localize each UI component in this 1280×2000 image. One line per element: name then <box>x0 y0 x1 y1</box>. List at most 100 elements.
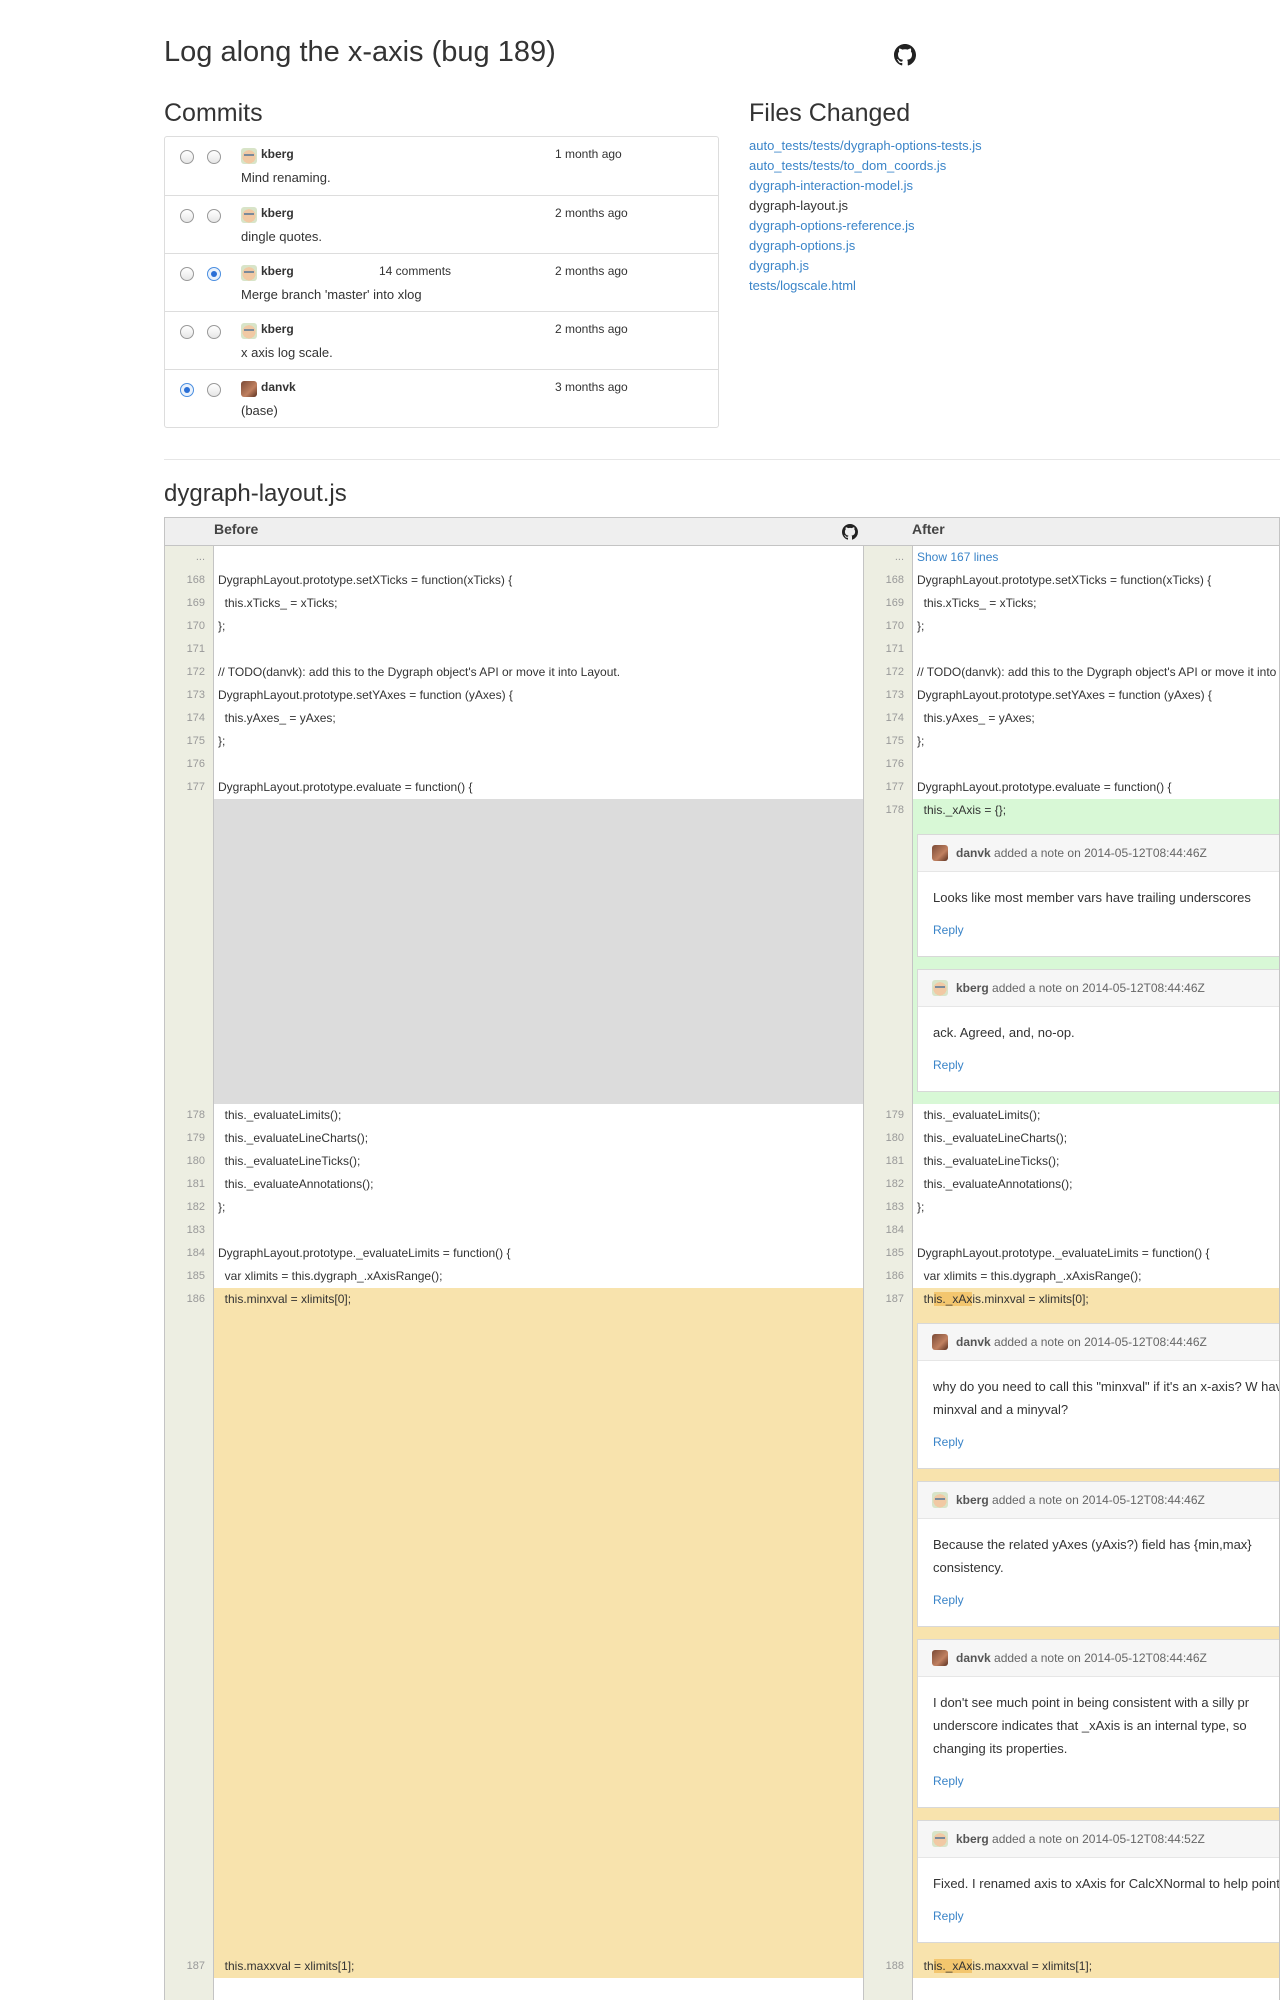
file-link[interactable]: auto_tests/tests/dygraph-options-tests.j… <box>749 136 982 156</box>
line-number: 177 <box>864 776 912 799</box>
reply-link[interactable]: Reply <box>933 1431 1279 1454</box>
code-change-highlight: is._xAx <box>933 1959 973 1973</box>
commit-time: 2 months ago <box>555 322 628 336</box>
github-icon[interactable] <box>894 44 916 66</box>
line-number-text: 175 <box>186 735 205 747</box>
commit-message: Merge branch 'master' into xlog <box>241 287 422 302</box>
line-number: 186 <box>165 1288 213 1311</box>
commit-author: kberg <box>261 264 294 278</box>
empty-block <box>214 799 863 1104</box>
files-changed-list: auto_tests/tests/dygraph-options-tests.j… <box>749 136 982 296</box>
line-number-text: 172 <box>186 666 205 678</box>
diff-header: Before After <box>165 518 1279 546</box>
line-number-text: 176 <box>885 758 904 770</box>
note-header: danvk added a note on 2014-05-12T08:44:4… <box>918 1640 1279 1677</box>
after-code: Show 167 lines DygraphLayout.prototype.se… <box>913 546 1279 2000</box>
line-number: 187 <box>165 1955 213 1978</box>
show-lines-link[interactable]: Show 167 lines <box>913 546 1279 569</box>
note-date: added a note on 2014-05-12T08:44:46Z <box>990 846 1207 860</box>
head-radio[interactable] <box>207 209 221 223</box>
note-header: kberg added a note on 2014-05-12T08:44:5… <box>918 1821 1279 1858</box>
avatar <box>241 148 257 164</box>
file-link[interactable]: dygraph.js <box>749 256 982 276</box>
line-number-text: 180 <box>186 1155 205 1167</box>
line-number-text: 181 <box>885 1155 904 1167</box>
note-date: added a note on 2014-05-12T08:44:46Z <box>988 1493 1205 1507</box>
reply-link[interactable]: Reply <box>933 1589 1279 1612</box>
reply-link[interactable]: Reply <box>933 1770 1279 1793</box>
head-radio[interactable] <box>207 383 221 397</box>
code-line: this._evaluateLineCharts(); <box>917 1131 1068 1145</box>
note: danvk added a note on 2014-05-12T08:44:4… <box>917 1323 1279 1469</box>
base-radio[interactable] <box>180 383 194 397</box>
note-byline: danvk added a note on 2014-05-12T08:44:4… <box>956 1640 1207 1677</box>
file-link[interactable]: dygraph-interaction-model.js <box>749 176 982 196</box>
note-body: why do you need to call this "minxval" i… <box>918 1361 1279 1454</box>
note-author: kberg <box>956 1832 989 1846</box>
note-header: danvk added a note on 2014-05-12T08:44:4… <box>918 1324 1279 1361</box>
code-line: this.minxval = xlimits[0]; <box>218 1292 352 1306</box>
reply-link[interactable]: Reply <box>933 1054 1279 1077</box>
avatar <box>932 845 948 861</box>
line-number-text: 171 <box>186 643 205 655</box>
line-number-text: 182 <box>186 1201 205 1213</box>
note-byline: danvk added a note on 2014-05-12T08:44:4… <box>956 835 1207 872</box>
avatar <box>932 1831 948 1847</box>
line-number-text: 179 <box>885 1109 904 1121</box>
code-line: DygraphLayout.prototype._evaluateLimits … <box>218 1246 511 1260</box>
note-date: added a note on 2014-05-12T08:44:46Z <box>988 981 1205 995</box>
file-link[interactable]: tests/logscale.html <box>749 276 982 296</box>
note-date: added a note on 2014-05-12T08:44:52Z <box>988 1832 1205 1846</box>
code-line: this.yAxes_ = yAxes; <box>917 711 1035 725</box>
reply-link[interactable]: Reply <box>933 919 1279 942</box>
code-line: DygraphLayout.prototype.setXTicks = func… <box>917 573 1212 587</box>
line-number-text: 173 <box>186 689 205 701</box>
code-line: }; <box>917 734 925 748</box>
line-number-text: 170 <box>885 620 904 632</box>
commit-comment-count[interactable]: 14 comments <box>379 264 451 278</box>
code-line: this._evaluateLimits(); <box>218 1108 342 1122</box>
code-line: this.xTicks_ = xTicks; <box>917 596 1037 610</box>
file-link[interactable]: dygraph-options-reference.js <box>749 216 982 236</box>
commit-message: (base) <box>241 403 278 418</box>
commit-row: kberg 2 months ago x axis log scale. <box>165 311 718 369</box>
code-line: var xlimits = this.dygraph_.xAxisRange()… <box>917 1269 1142 1283</box>
base-radio[interactable] <box>180 267 194 281</box>
head-radio[interactable] <box>207 325 221 339</box>
code-line: this.maxxval = xlimits[1]; <box>218 1959 355 1973</box>
line-number: 173 <box>864 684 912 707</box>
reply-link[interactable]: Reply <box>933 1905 1279 1928</box>
line-number: 183 <box>864 1196 912 1219</box>
before-code: DygraphLayout.prototype.setXTicks = func… <box>214 546 864 2000</box>
head-radio[interactable] <box>207 150 221 164</box>
file-link[interactable]: dygraph-options.js <box>749 236 982 256</box>
base-radio[interactable] <box>180 150 194 164</box>
line-number: 177 <box>165 776 213 799</box>
line-number-text: 185 <box>885 1247 904 1259</box>
line-number-text: 169 <box>186 597 205 609</box>
avatar <box>932 1492 948 1508</box>
note-date: added a note on 2014-05-12T08:44:46Z <box>990 1335 1207 1349</box>
line-number-text: 186 <box>186 1293 205 1305</box>
line-number: 182 <box>864 1173 912 1196</box>
line-number-text: ... <box>894 551 904 563</box>
base-radio[interactable] <box>180 325 194 339</box>
note-text: Because the related yAxes (yAxis?) field… <box>933 1537 1252 1575</box>
note-body: Fixed. I renamed axis to xAxis for CalcX… <box>918 1858 1279 1928</box>
line-number: 188 <box>864 1955 912 1978</box>
file-link[interactable]: auto_tests/tests/to_dom_coords.js <box>749 156 982 176</box>
code-text: th <box>917 1292 934 1306</box>
commit-message: Mind renaming. <box>241 170 331 185</box>
commit-author: kberg <box>261 147 294 161</box>
base-radio[interactable] <box>180 209 194 223</box>
commit-time: 3 months ago <box>555 380 628 394</box>
github-icon[interactable] <box>842 524 858 540</box>
head-radio[interactable] <box>207 267 221 281</box>
line-number: 176 <box>864 753 912 776</box>
note: danvk added a note on 2014-05-12T08:44:4… <box>917 834 1279 957</box>
line-number: 180 <box>165 1150 213 1173</box>
note: kberg added a note on 2014-05-12T08:44:4… <box>917 1481 1279 1627</box>
